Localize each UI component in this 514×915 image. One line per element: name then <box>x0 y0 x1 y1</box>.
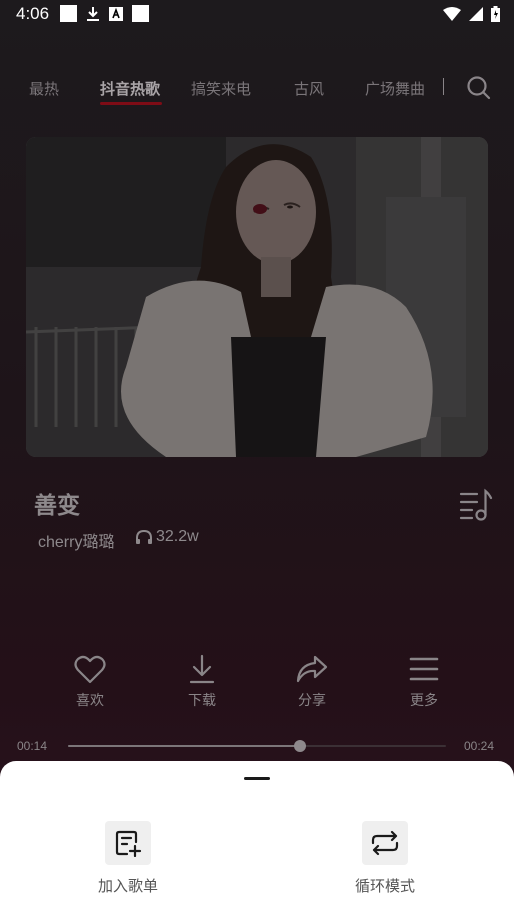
repeat-mode-label: 循环模式 <box>354 877 415 895</box>
progress-fill <box>68 745 301 747</box>
tab-divider <box>443 78 444 95</box>
notification-icon <box>60 5 77 22</box>
status-bar: 4:06 <box>0 0 514 30</box>
tab-hottest[interactable]: 最热 <box>29 78 59 99</box>
more-button[interactable]: 更多 <box>394 654 454 710</box>
headphones-icon <box>136 529 152 544</box>
tab-square-dance[interactable]: 广场舞曲 <box>365 78 425 99</box>
share-label: 分享 <box>298 693 326 709</box>
add-playlist-icon <box>115 830 142 857</box>
download-label: 下载 <box>188 693 216 709</box>
playlist-icon[interactable] <box>458 488 494 522</box>
repeat-mode-button[interactable]: 循环模式 <box>325 821 445 896</box>
like-label: 喜欢 <box>76 693 104 709</box>
category-tabs: 最热 抖音热歌 搞笑来电 古风 广场舞曲 <box>0 70 514 110</box>
total-time: 00:24 <box>464 739 495 753</box>
download-button[interactable]: 下载 <box>172 654 232 710</box>
progress-slider[interactable] <box>68 740 446 752</box>
album-cover[interactable] <box>26 137 488 457</box>
add-to-playlist-button[interactable]: 加入歌单 <box>68 821 188 896</box>
more-label: 更多 <box>410 693 438 709</box>
notification-icon-2 <box>132 5 149 22</box>
tab-douyin-hits[interactable]: 抖音热歌 <box>100 78 160 99</box>
signal-icon <box>469 7 483 21</box>
song-title: 善变 <box>34 493 80 519</box>
artist-name[interactable]: cherry璐璐 <box>38 528 114 552</box>
repeat-icon-box <box>362 821 408 865</box>
status-right-icons <box>443 6 500 22</box>
play-count-value: 32.2w <box>156 528 199 545</box>
download-status-icon <box>87 6 99 21</box>
repeat-icon <box>371 830 399 856</box>
play-count: 32.2w <box>135 528 199 546</box>
font-status-icon <box>109 6 123 21</box>
tab-funny-ringtones[interactable]: 搞笑来电 <box>191 78 251 99</box>
heart-icon <box>74 655 106 684</box>
share-button[interactable]: 分享 <box>282 654 342 710</box>
active-tab-indicator <box>100 102 162 105</box>
status-time: 4:06 <box>16 4 50 23</box>
tab-ancient-style[interactable]: 古风 <box>294 78 324 99</box>
bottom-sheet: 加入歌单 循环模式 <box>0 761 514 915</box>
share-icon <box>296 655 328 683</box>
search-icon[interactable] <box>466 75 492 101</box>
download-icon <box>189 654 215 684</box>
status-left-icons <box>60 5 149 22</box>
like-button[interactable]: 喜欢 <box>60 654 120 710</box>
menu-icon <box>409 657 439 681</box>
wifi-icon <box>443 7 461 21</box>
sheet-handle[interactable] <box>244 777 270 780</box>
add-playlist-icon-box <box>105 821 151 865</box>
battery-icon <box>491 6 500 22</box>
cover-artwork <box>26 137 488 457</box>
add-to-playlist-label: 加入歌单 <box>97 877 158 895</box>
current-time: 00:14 <box>17 739 48 753</box>
